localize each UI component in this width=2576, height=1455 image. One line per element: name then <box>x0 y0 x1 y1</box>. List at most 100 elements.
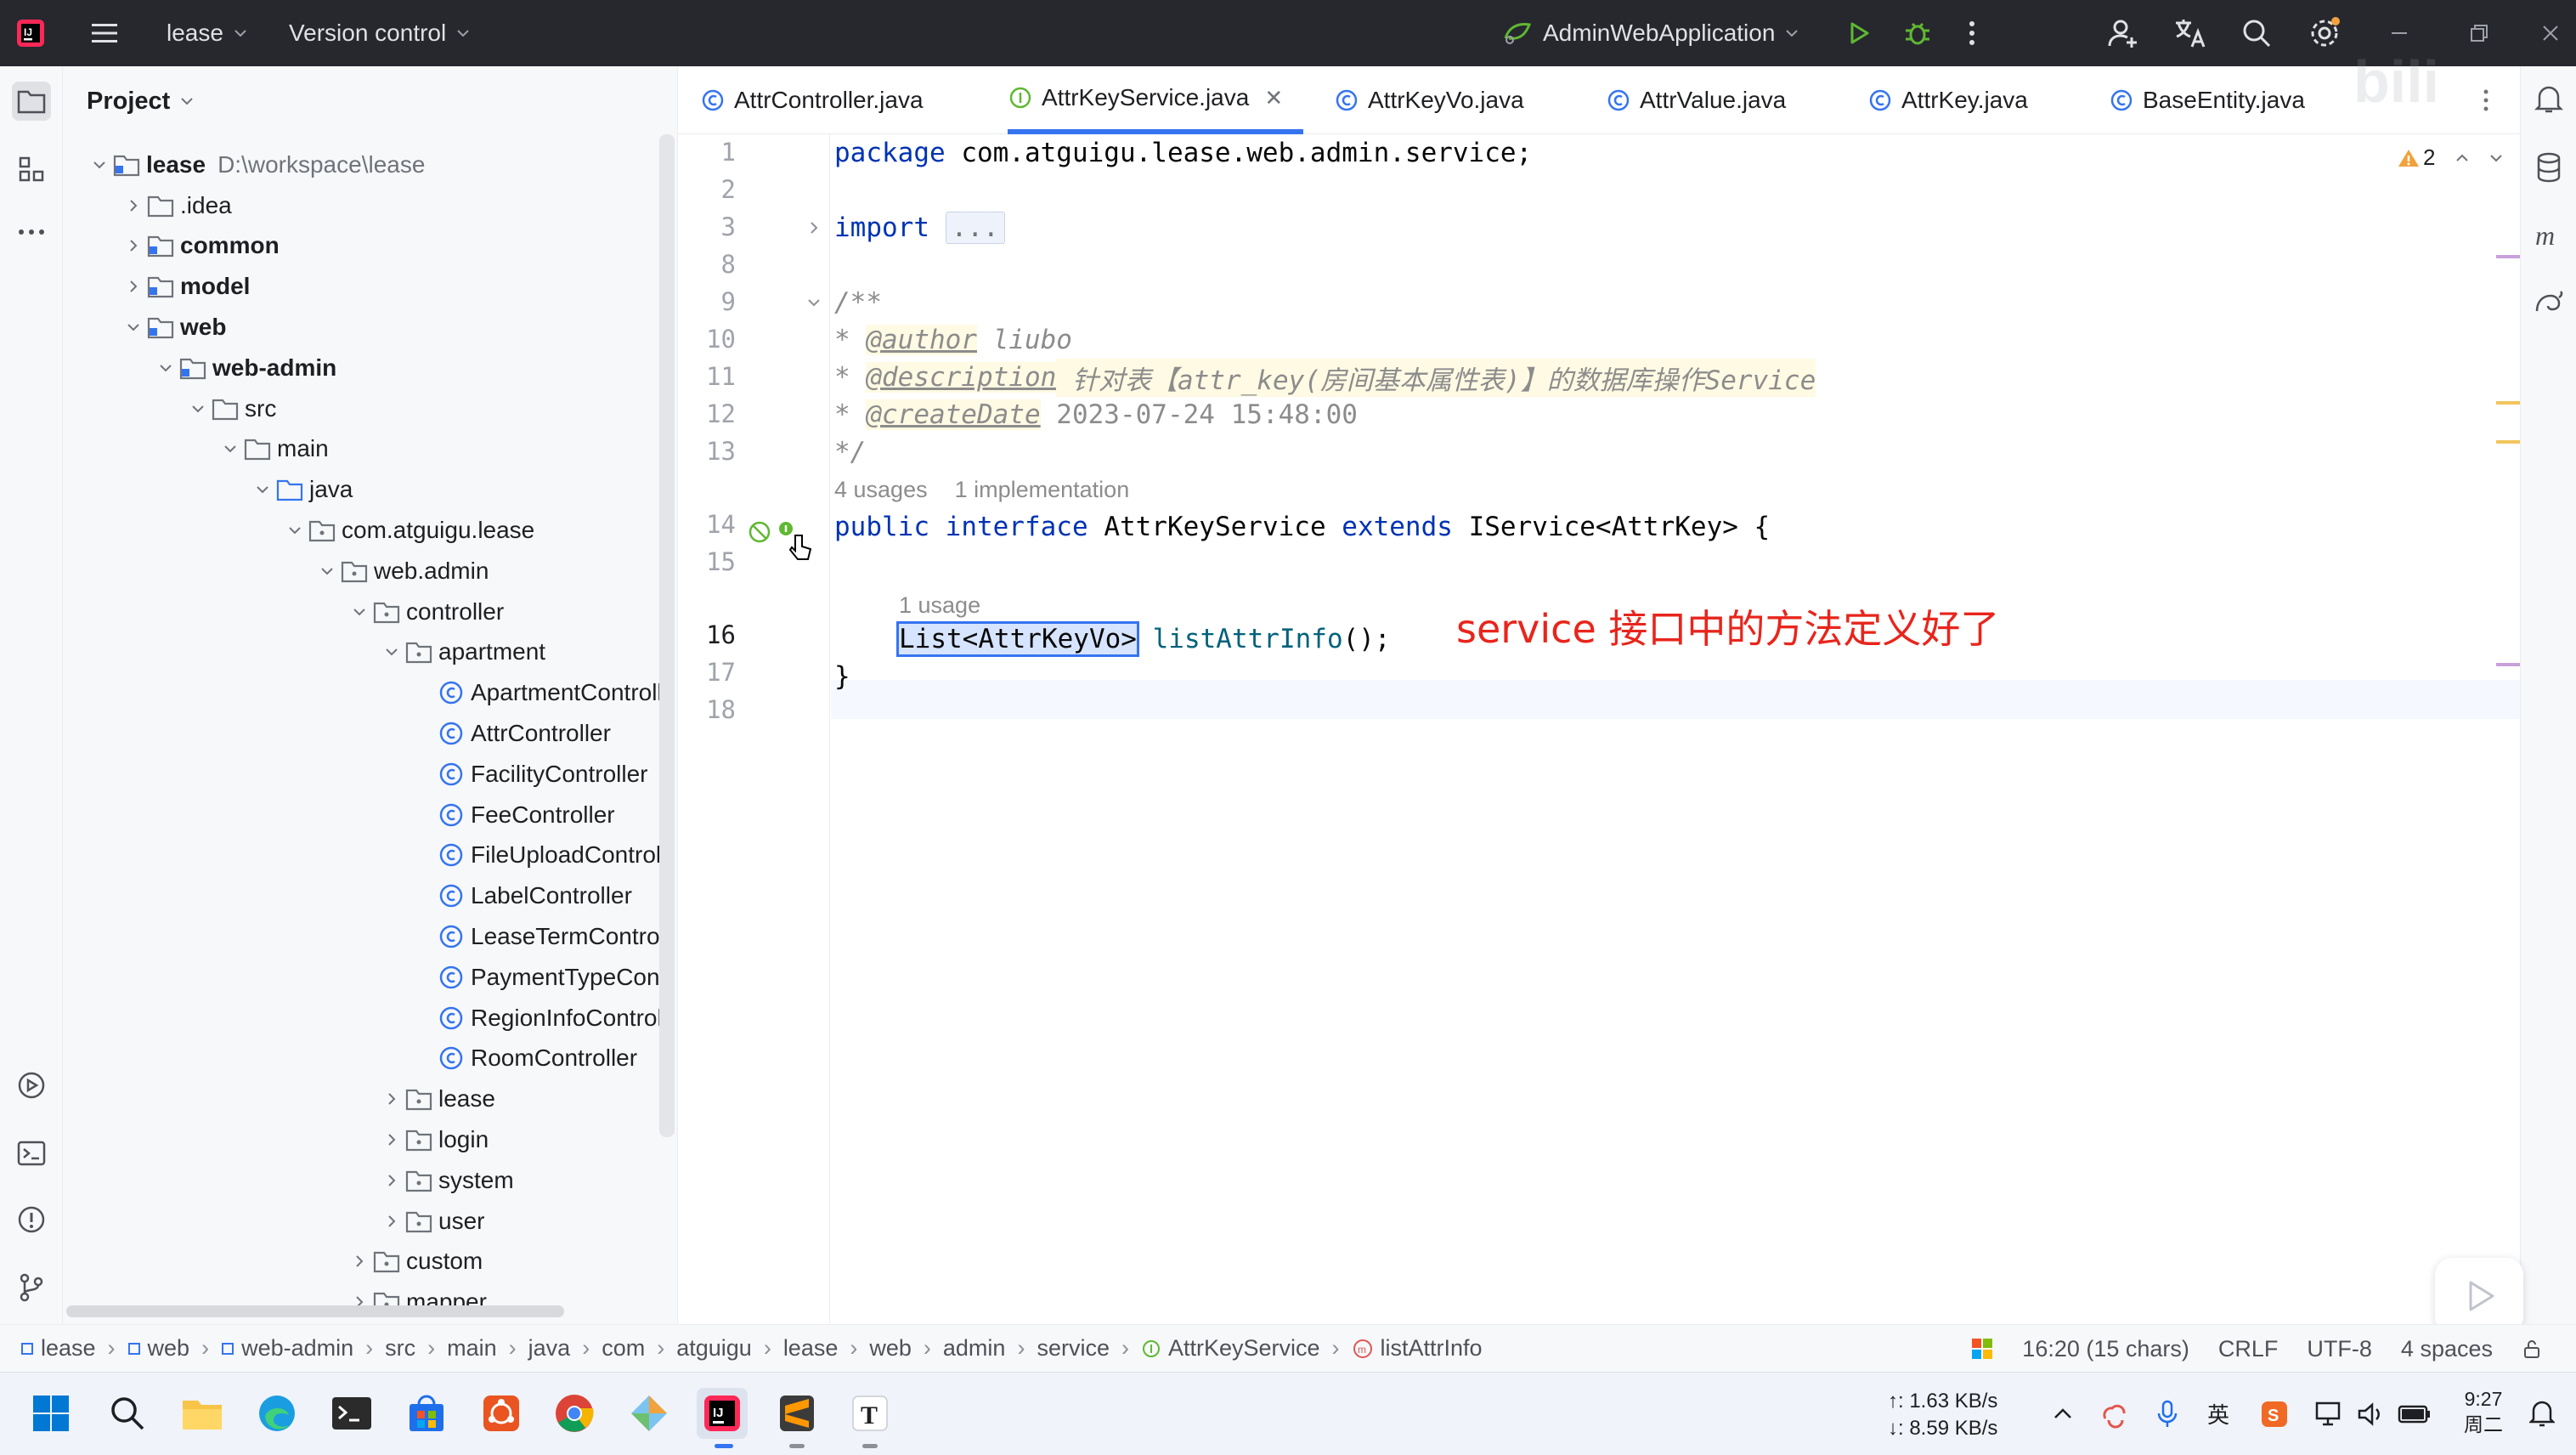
tree-row-login[interactable]: login <box>63 1119 666 1160</box>
tree-row-controller[interactable]: controller <box>63 592 666 632</box>
breadcrumb-item[interactable]: main <box>447 1335 497 1362</box>
breadcrumb-item[interactable]: listAttrInfo <box>1381 1335 1483 1362</box>
sublime-text-button[interactable] <box>771 1388 822 1439</box>
tree-row-root[interactable]: lease D:\workspace\lease <box>63 144 666 185</box>
no-bean-icon[interactable] <box>746 518 773 546</box>
project-horizontal-scrollbar[interactable] <box>66 1305 564 1317</box>
error-stripe-marker[interactable] <box>2496 663 2520 666</box>
error-stripe-marker[interactable] <box>2496 440 2520 444</box>
run-config-selector[interactable]: AdminWebApplication <box>1502 0 1800 66</box>
fold-expand-icon[interactable] <box>805 219 822 236</box>
breadcrumb-item[interactable]: admin <box>943 1335 1006 1362</box>
tree-row-class[interactable]: LeaseTermControl <box>63 916 666 957</box>
taskbar-search-button[interactable] <box>102 1388 153 1439</box>
debug-button[interactable] <box>1903 0 1932 66</box>
breadcrumb-item[interactable]: AttrKeyService <box>1168 1335 1320 1362</box>
tab-attr-key[interactable]: AttrKey.java <box>1867 66 2028 134</box>
volume-icon[interactable] <box>2357 1401 2386 1428</box>
tree-row-package-root[interactable]: com.atguigu.lease <box>63 510 666 551</box>
project-vertical-scrollbar[interactable] <box>659 134 675 1137</box>
project-switcher[interactable]: lease <box>167 0 249 66</box>
maven-button[interactable]: m <box>2529 216 2568 255</box>
main-menu-icon[interactable] <box>90 0 119 66</box>
chevron-up-icon[interactable] <box>2051 1402 2075 1426</box>
ime-icon[interactable]: 英 <box>2206 1400 2234 1429</box>
run-button[interactable] <box>1845 0 1873 66</box>
breadcrumb-item[interactable]: atguigu <box>676 1335 752 1362</box>
tab-attr-controller[interactable]: AttrController.java <box>700 66 924 134</box>
folded-imports[interactable]: ... <box>945 212 1005 244</box>
git-tool-button[interactable] <box>12 1268 51 1307</box>
tree-row-idea[interactable]: .idea <box>63 185 666 226</box>
notifications-button[interactable] <box>2529 80 2568 119</box>
usages-hint[interactable]: 1 usage <box>899 592 980 619</box>
windows-logo-icon[interactable] <box>1971 1338 1993 1360</box>
problems-tool-button[interactable] <box>12 1200 51 1239</box>
breadcrumb-item[interactable]: service <box>1037 1335 1110 1362</box>
tree-row-common[interactable]: common <box>63 226 666 267</box>
tree-row-class[interactable]: PaymentTypeCont <box>63 957 666 998</box>
input-method-s-icon[interactable]: S <box>2260 1400 2289 1429</box>
tree-row-web-admin[interactable]: web-admin <box>63 348 666 388</box>
code-area[interactable]: package com.atguigu.lease.web.admin.serv… <box>834 134 2500 1324</box>
cloud-sync-icon[interactable] <box>2100 1400 2129 1429</box>
chevron-up-icon[interactable] <box>2454 150 2471 167</box>
typora-button[interactable]: T <box>845 1388 895 1439</box>
battery-icon[interactable] <box>2398 1401 2432 1427</box>
file-explorer-button[interactable] <box>177 1388 228 1439</box>
edge-browser-button[interactable] <box>251 1388 302 1439</box>
terminal-tool-button[interactable] <box>12 1134 51 1173</box>
video-play-button[interactable] <box>2435 1258 2523 1334</box>
tree-row-user[interactable]: user <box>63 1201 666 1242</box>
close-window-button[interactable] <box>2540 0 2561 66</box>
tree-row-model[interactable]: model <box>63 266 666 307</box>
selected-text[interactable]: List<AttrKeyVo> <box>896 621 1139 657</box>
tree-row-class[interactable]: ApartmentControll <box>63 672 666 713</box>
tree-row-class[interactable]: AttrController <box>63 713 666 754</box>
indent-setting[interactable]: 4 spaces <box>2401 1336 2493 1362</box>
error-stripe-marker[interactable] <box>2496 401 2520 405</box>
caret-position[interactable]: 16:20 (15 chars) <box>2022 1336 2189 1362</box>
tree-row-class[interactable]: RoomController <box>63 1039 666 1079</box>
tab-attr-value[interactable]: AttrValue.java <box>1606 66 1786 134</box>
project-panel-header[interactable]: Project <box>87 82 195 121</box>
tree-row-system[interactable]: system <box>63 1160 666 1201</box>
intellij-taskbar-button[interactable]: IJ <box>697 1388 748 1439</box>
more-actions-button[interactable] <box>1968 0 1976 66</box>
tree-row-class[interactable]: FacilityController <box>63 754 666 795</box>
code-with-me-button[interactable] <box>2107 0 2139 66</box>
project-tool-button[interactable] <box>12 82 51 121</box>
start-button[interactable] <box>25 1388 76 1439</box>
tree-row-class[interactable]: LabelController <box>63 875 666 916</box>
implementation-hint[interactable]: 1 implementation <box>955 477 1130 503</box>
breadcrumb-item[interactable]: lease <box>41 1335 96 1362</box>
tree-row-apartment[interactable]: apartment <box>63 632 666 673</box>
more-tools-button[interactable] <box>12 212 51 252</box>
error-stripe-marker[interactable] <box>2496 255 2520 258</box>
tree-row-java[interactable]: java <box>63 469 666 510</box>
search-button[interactable] <box>2241 0 2272 66</box>
tree-row-class[interactable]: RegionInfoControll <box>63 998 668 1039</box>
line-separator[interactable]: CRLF <box>2218 1336 2279 1362</box>
microphone-icon[interactable] <box>2155 1400 2180 1429</box>
breadcrumb-item[interactable]: web-admin <box>241 1335 353 1362</box>
tree-row-class[interactable]: FeeController <box>63 795 666 835</box>
translate-button[interactable] <box>2173 0 2207 66</box>
tree-row-lease[interactable]: lease <box>63 1079 666 1119</box>
breadcrumb-item[interactable]: java <box>528 1335 571 1362</box>
tab-base-entity[interactable]: BaseEntity.java <box>2109 66 2305 134</box>
version-control-menu[interactable]: Version control <box>289 0 472 66</box>
ubuntu-app-button[interactable] <box>476 1388 527 1439</box>
tab-attr-key-vo[interactable]: AttrKeyVo.java <box>1334 66 1524 134</box>
breadcrumb-item[interactable]: lease <box>783 1335 839 1362</box>
services-tool-button[interactable] <box>12 1066 51 1105</box>
tree-row-main[interactable]: main <box>63 429 666 470</box>
git-client-button[interactable] <box>624 1388 675 1439</box>
usages-hint[interactable]: 4 usages <box>834 477 928 503</box>
tab-attr-key-service[interactable]: AttrKeyService.java ✕ <box>1008 66 1304 134</box>
taskbar-clock[interactable]: 9:27 周二 <box>2464 1386 2503 1437</box>
tree-row-custom[interactable]: custom <box>63 1242 666 1282</box>
fold-collapse-icon[interactable] <box>805 294 822 311</box>
breadcrumb-item[interactable]: src <box>385 1335 415 1362</box>
notification-center-button[interactable] <box>2517 1388 2568 1439</box>
